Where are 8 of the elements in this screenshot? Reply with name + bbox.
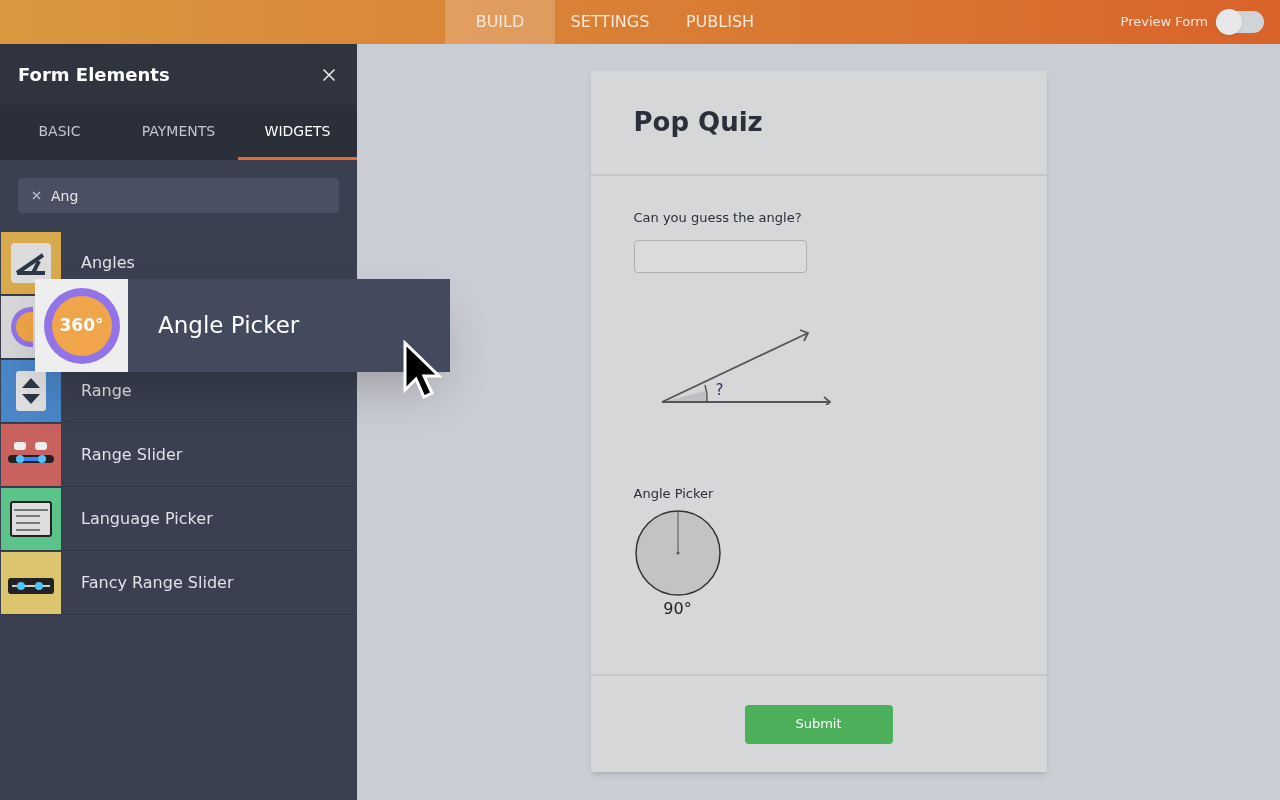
angle-mark: ? <box>715 379 725 399</box>
picker-label: Angle Picker <box>633 484 715 503</box>
sidebar-title: Form Elements <box>18 63 170 87</box>
widget-label: Angle Picker <box>158 311 300 341</box>
form-title: Pop Quiz <box>633 106 763 139</box>
question-label: Can you guess the angle? <box>633 209 803 227</box>
preview-label: Preview Form <box>1120 13 1208 32</box>
angle-value: 90° <box>662 598 693 620</box>
